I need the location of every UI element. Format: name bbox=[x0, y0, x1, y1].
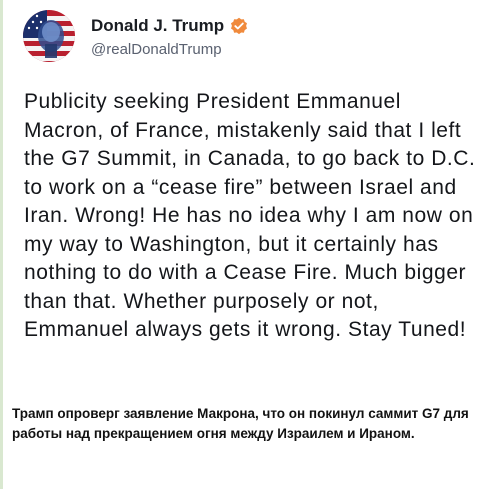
truth-social-post: Donald J. Trump @realDonaldTrump Publici… bbox=[3, 0, 486, 392]
verified-badge-icon bbox=[230, 17, 248, 35]
post-body: Publicity seeking President Emmanuel Mac… bbox=[24, 90, 476, 341]
message-caption: Трамп опроверг заявление Макрона, что он… bbox=[12, 406, 469, 441]
author-handle[interactable]: @realDonaldTrump bbox=[91, 41, 222, 58]
avatar[interactable] bbox=[23, 10, 75, 62]
avatar-image bbox=[23, 10, 75, 62]
author-name-text: Donald J. Trump bbox=[91, 16, 225, 35]
message-frame: Donald J. Trump @realDonaldTrump Publici… bbox=[0, 0, 486, 489]
author-name[interactable]: Donald J. Trump bbox=[91, 16, 248, 36]
